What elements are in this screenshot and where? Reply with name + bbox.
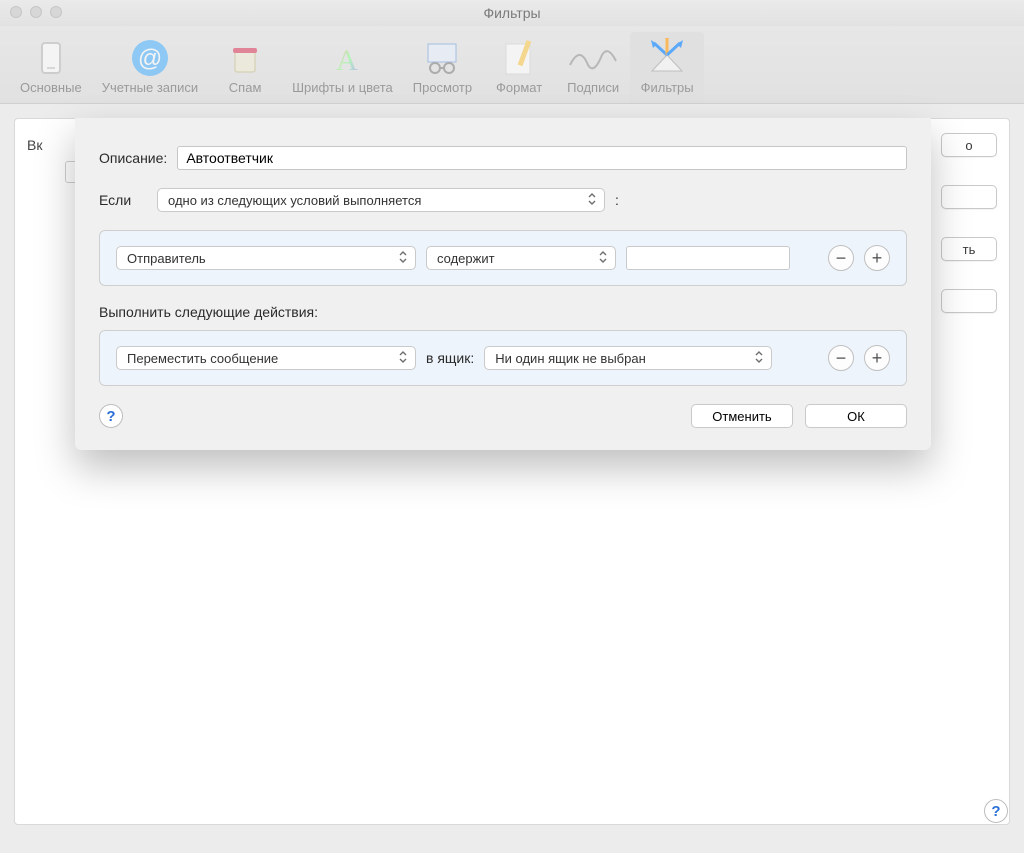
add-action-button[interactable]: +	[864, 345, 890, 371]
tab-label: Учетные записи	[102, 80, 198, 95]
select-value: содержит	[437, 251, 495, 266]
tab-junk[interactable]: Спам	[208, 32, 282, 103]
condition-row: Отправитель содержит − +	[99, 230, 907, 286]
action-type-select[interactable]: Переместить сообщение	[116, 346, 416, 370]
window-controls	[10, 6, 62, 18]
help-button[interactable]: ?	[984, 799, 1008, 823]
minimize-window-icon[interactable]	[30, 6, 42, 18]
ok-button[interactable]: ОК	[805, 404, 907, 428]
tab-general[interactable]: Основные	[10, 32, 92, 103]
chevron-up-down-icon	[755, 351, 765, 365]
rules-icon	[640, 36, 694, 80]
window-title: Фильтры	[483, 5, 540, 21]
viewing-icon	[415, 36, 469, 80]
tab-fonts[interactable]: A Шрифты и цвета	[282, 32, 403, 103]
tab-viewing[interactable]: Просмотр	[403, 32, 482, 103]
chevron-up-down-icon	[599, 251, 609, 265]
partial-button-4[interactable]	[941, 289, 997, 313]
condition-field-select[interactable]: Отправитель	[116, 246, 416, 270]
svg-text:@: @	[138, 45, 162, 72]
general-icon	[24, 36, 78, 80]
tab-label: Шрифты и цвета	[292, 80, 393, 95]
select-value: Переместить сообщение	[127, 351, 278, 366]
compose-icon	[492, 36, 546, 80]
minus-icon: −	[836, 248, 847, 269]
select-value: одно из следующих условий выполняется	[168, 193, 421, 208]
to-mailbox-label: в ящик:	[426, 350, 474, 366]
tab-label: Фильтры	[641, 80, 694, 95]
tab-label: Подписи	[567, 80, 619, 95]
sheet-help-button[interactable]: ?	[99, 404, 123, 428]
colon-label: :	[615, 192, 619, 208]
svg-text:A: A	[336, 44, 358, 77]
chevron-up-down-icon	[399, 251, 409, 265]
preferences-window: Фильтры Основные @ Учетные записи Спам A	[0, 0, 1024, 853]
partial-button-1[interactable]: о	[941, 133, 997, 157]
tab-signatures[interactable]: Подписи	[556, 32, 630, 103]
condition-operator-select[interactable]: содержит	[426, 246, 616, 270]
plus-icon: +	[872, 348, 883, 369]
tab-label: Просмотр	[413, 80, 472, 95]
condition-match-select[interactable]: одно из следующих условий выполняется	[157, 188, 605, 212]
fonts-icon: A	[315, 36, 369, 80]
action-row: Переместить сообщение в ящик: Ни один ящ…	[99, 330, 907, 386]
zoom-window-icon[interactable]	[50, 6, 62, 18]
condition-value-input[interactable]	[626, 246, 790, 270]
preferences-toolbar: Основные @ Учетные записи Спам A Шрифты …	[0, 26, 1024, 104]
plus-icon: +	[872, 248, 883, 269]
select-value: Ни один ящик не выбран	[495, 351, 646, 366]
chevron-up-down-icon	[588, 193, 598, 207]
tab-rules[interactable]: Фильтры	[630, 32, 704, 103]
add-condition-button[interactable]: +	[864, 245, 890, 271]
signature-icon	[566, 36, 620, 80]
accounts-icon: @	[123, 36, 177, 80]
action-mailbox-select[interactable]: Ни один ящик не выбран	[484, 346, 772, 370]
tab-label: Спам	[229, 80, 262, 95]
minus-icon: −	[836, 348, 847, 369]
partial-button-3[interactable]: ть	[941, 237, 997, 261]
cancel-button[interactable]: Отменить	[691, 404, 793, 428]
description-input[interactable]	[177, 146, 907, 170]
actions-label: Выполнить следующие действия:	[99, 304, 318, 320]
tab-label: Формат	[496, 80, 542, 95]
tab-composing[interactable]: Формат	[482, 32, 556, 103]
column-header-enabled: Вк	[27, 137, 42, 153]
rule-editor-sheet: Описание: Если одно из следующих условий…	[75, 118, 931, 450]
titlebar: Фильтры	[0, 0, 1024, 26]
partial-button-2[interactable]	[941, 185, 997, 209]
tab-accounts[interactable]: @ Учетные записи	[92, 32, 208, 103]
chevron-up-down-icon	[399, 351, 409, 365]
description-label: Описание:	[99, 150, 167, 166]
remove-condition-button[interactable]: −	[828, 245, 854, 271]
if-label: Если	[99, 192, 147, 208]
select-value: Отправитель	[127, 251, 206, 266]
remove-action-button[interactable]: −	[828, 345, 854, 371]
close-window-icon[interactable]	[10, 6, 22, 18]
trash-icon	[218, 36, 272, 80]
tab-label: Основные	[20, 80, 82, 95]
